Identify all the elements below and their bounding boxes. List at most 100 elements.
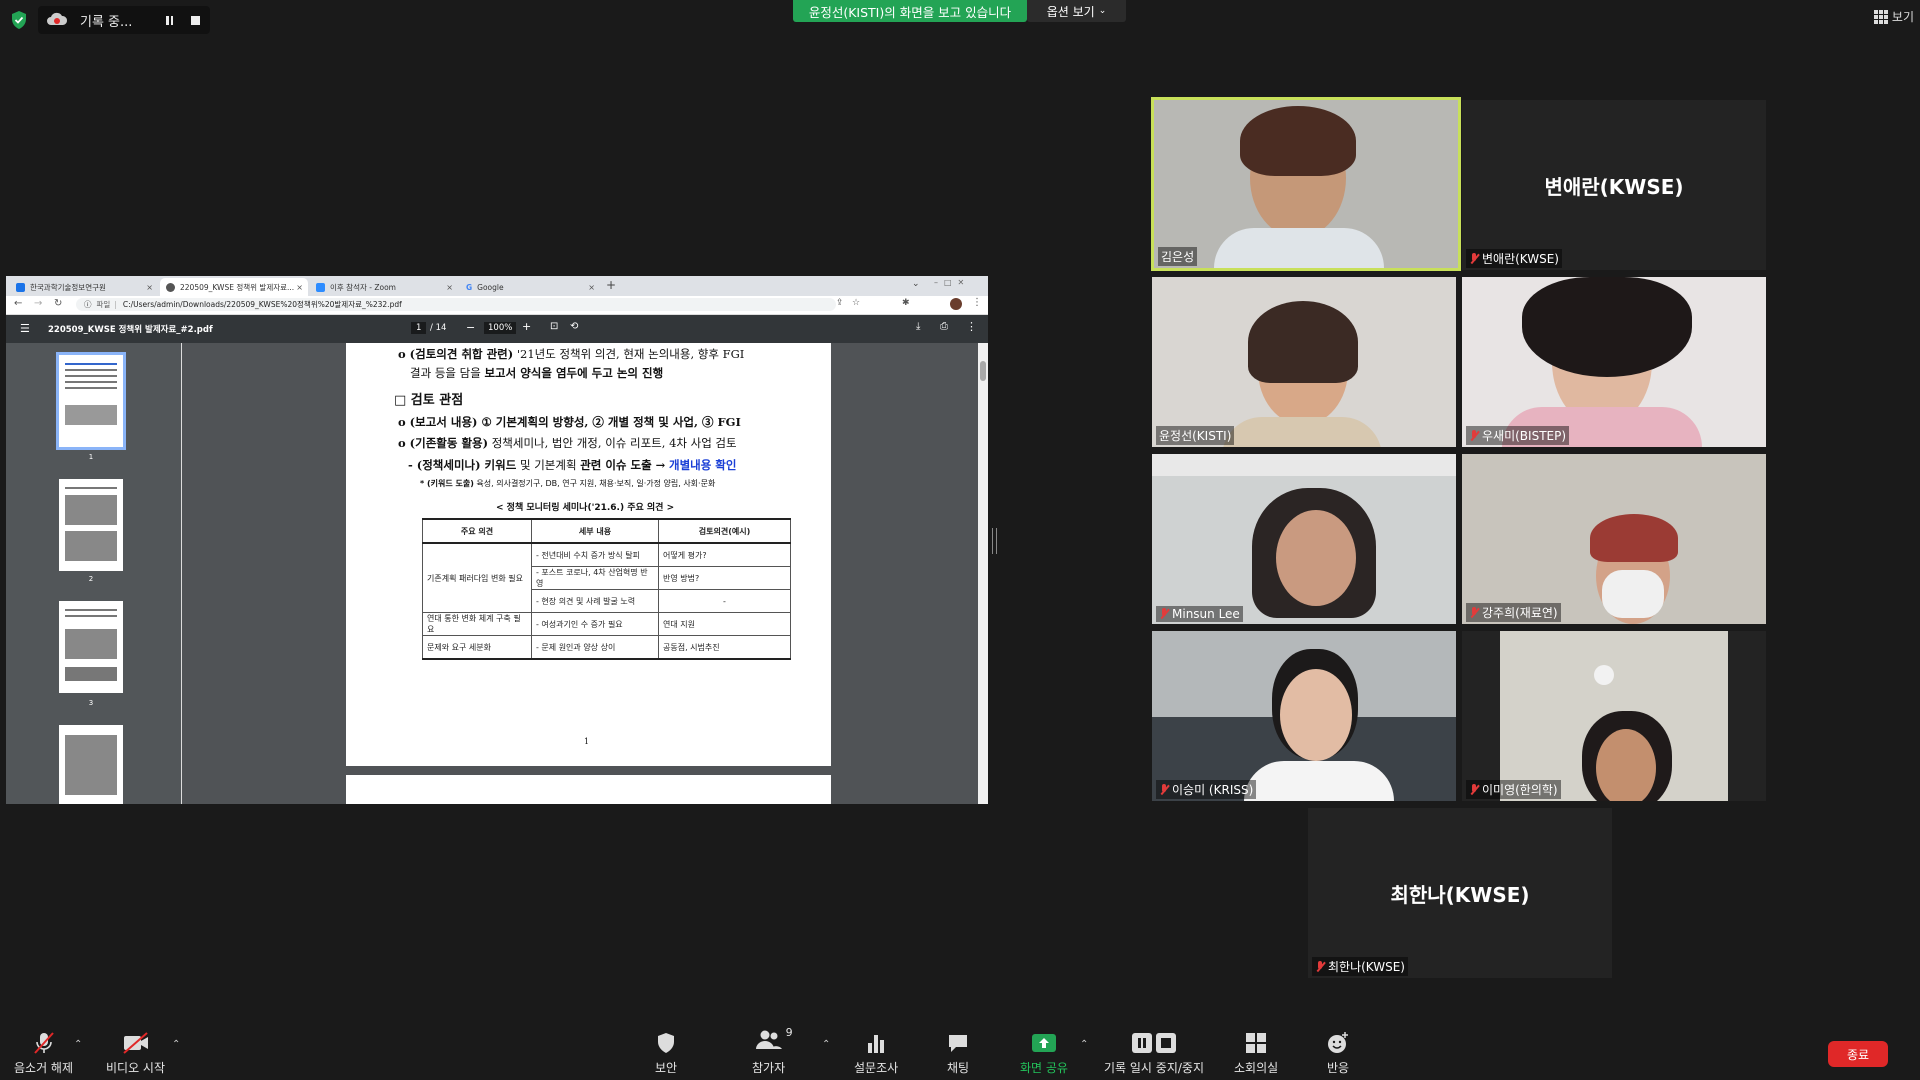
share-screen-arrow-icon: [1031, 1034, 1056, 1052]
table-cell: 어떻게 평가?: [658, 542, 791, 567]
audio-options-caret-icon[interactable]: ⌃: [74, 1039, 82, 1050]
pdf-scrollbar[interactable]: [978, 343, 988, 804]
participant-name-placeholder: 변애란(KWSE): [1544, 174, 1684, 199]
participant-tile[interactable]: 김은성: [1151, 97, 1461, 271]
reload-icon[interactable]: ↻: [54, 298, 62, 309]
pause-recording-label: 기록 일시 중지/중지: [1104, 1061, 1204, 1075]
participant-tile[interactable]: 강주희(재료연): [1462, 454, 1766, 624]
browser-tab-pdf[interactable]: 220509_KWSE 정책위 발제자료... ×: [160, 278, 308, 296]
security-shield-icon: [658, 1033, 674, 1053]
grid-icon: [1873, 9, 1888, 24]
tab-search-icon[interactable]: ⌄: [912, 279, 920, 289]
smiley-face-icon: [1328, 1032, 1348, 1053]
thumbnail-number: 2: [88, 575, 94, 583]
end-meeting-button[interactable]: 종료: [1828, 1041, 1888, 1067]
bookmark-star-icon[interactable]: ☆: [852, 298, 860, 308]
participant-tile[interactable]: 이미영(한의학): [1462, 631, 1766, 801]
pdf-menu-icon[interactable]: ☰: [20, 322, 30, 335]
pause-stop-recording-button[interactable]: 기록 일시 중지/중지: [1104, 1031, 1204, 1076]
reactions-button[interactable]: 반응: [1326, 1031, 1350, 1076]
pdf-document-area[interactable]: o (검토의견 취합 관련) '21년도 정책위 의견, 현재 논의내용, 향후…: [182, 343, 988, 804]
back-icon[interactable]: ←: [14, 298, 22, 309]
participant-video: [1276, 510, 1356, 606]
share-icon[interactable]: ⇪: [836, 298, 844, 308]
hair: [1522, 277, 1692, 377]
security-button[interactable]: 보안: [654, 1031, 678, 1076]
chat-button[interactable]: 채팅: [946, 1031, 970, 1076]
participant-video: [1280, 669, 1352, 761]
table-cell: -: [658, 589, 791, 613]
favicon-icon: [316, 282, 325, 292]
pdf-line: 결과 등을 담을 보고서 양식을 염두에 두고 논의 진행: [410, 366, 664, 380]
profile-avatar[interactable]: [950, 298, 962, 310]
new-tab-icon[interactable]: +: [606, 278, 616, 292]
participant-name: 변애란(KWSE): [1466, 249, 1562, 268]
page-thumbnail[interactable]: [59, 725, 123, 804]
ceiling-light: [1594, 665, 1614, 685]
browser-tab-kisti[interactable]: 한국과학기술정보연구원 ×: [10, 278, 158, 296]
muted-mic-icon: [1469, 429, 1479, 442]
participant-tile[interactable]: 최한나(KWSE) 최한나(KWSE): [1308, 808, 1612, 978]
recording-label: 기록 중...: [80, 14, 133, 30]
pause-recording-icon[interactable]: [166, 15, 173, 25]
pdf-toolbar: ☰ 220509_KWSE 정책위 발제자료_#2.pdf 1 / 14 − 1…: [6, 315, 988, 343]
start-video-label: 비디오 시작: [106, 1061, 166, 1075]
start-video-button[interactable]: 비디오 시작: [106, 1031, 165, 1076]
participant-tile[interactable]: 이승미 (KRISS): [1152, 631, 1456, 801]
unmute-button[interactable]: 음소거 해제: [14, 1031, 73, 1076]
participant-name: 김은성: [1158, 247, 1198, 266]
pdf-page: o (검토의견 취합 관련) '21년도 정책위 의견, 현재 논의내용, 향후…: [346, 343, 831, 766]
breakout-rooms-button[interactable]: 소회의실: [1234, 1031, 1278, 1076]
page-number-input[interactable]: 1: [411, 322, 427, 334]
view-options-button[interactable]: 옵션 보기 ⌄: [1027, 0, 1126, 22]
zoom-out-icon[interactable]: −: [466, 321, 475, 334]
window-controls[interactable]: –□✕: [934, 278, 970, 287]
close-tab-icon[interactable]: ×: [588, 283, 595, 292]
favicon-icon: [16, 282, 25, 292]
participants-options-caret-icon[interactable]: ⌃: [822, 1039, 830, 1050]
browser-tab-google[interactable]: G Google ×: [460, 278, 600, 296]
stop-recording-icon[interactable]: [191, 15, 200, 25]
close-tab-icon[interactable]: ×: [446, 283, 453, 292]
participant-tile[interactable]: Minsun Lee: [1152, 454, 1456, 624]
print-icon[interactable]: ⎙: [940, 321, 948, 332]
pdf-line: o (검토의견 취합 관련) '21년도 정책위 의견, 현재 논의내용, 향후…: [398, 347, 745, 361]
video-options-caret-icon[interactable]: ⌃: [172, 1039, 180, 1050]
participant-tile[interactable]: 윤정선(KISTI): [1152, 277, 1456, 447]
browser-tab-zoom[interactable]: 이후 참석자 - Zoom ×: [310, 278, 458, 296]
address-bar[interactable]: ⓘ 파일 | C:/Users/admin/Downloads/220509_K…: [76, 298, 836, 311]
view-button[interactable]: 보기: [1873, 8, 1914, 25]
participant-name: 우새미(BISTEP): [1466, 426, 1570, 445]
unmute-label: 음소거 해제: [14, 1061, 74, 1075]
participants-count: 9: [785, 1026, 793, 1039]
participant-tile[interactable]: 변애란(KWSE) 변애란(KWSE): [1462, 100, 1766, 270]
close-tab-icon[interactable]: ×: [296, 283, 303, 292]
tab-label: Google: [477, 282, 504, 292]
share-options-caret-icon[interactable]: ⌃: [1080, 1039, 1088, 1050]
zoom-input[interactable]: 100%: [484, 322, 517, 334]
breakout-label: 소회의실: [1234, 1061, 1279, 1075]
zoom-in-icon[interactable]: +: [522, 320, 531, 333]
forward-icon[interactable]: →: [34, 298, 42, 309]
share-screen-button[interactable]: 화면 공유: [1020, 1031, 1068, 1076]
pdf-more-icon[interactable]: ⋮: [966, 320, 977, 333]
page-thumbnail[interactable]: [59, 601, 123, 693]
page-thumbnail[interactable]: [59, 479, 123, 571]
shared-screen: 한국과학기술정보연구원 × 220509_KWSE 정책위 발제자료... × …: [6, 276, 988, 804]
fit-page-icon[interactable]: ⊡: [550, 321, 558, 332]
download-icon[interactable]: ⤓: [916, 321, 920, 332]
participant-tile[interactable]: 우새미(BISTEP): [1462, 277, 1766, 447]
shirt: [1244, 761, 1394, 801]
participants-label: 참가자: [752, 1061, 786, 1075]
close-tab-icon[interactable]: ×: [146, 283, 153, 292]
rotate-icon[interactable]: ⟲: [570, 321, 578, 332]
polls-button[interactable]: 설문조사: [854, 1031, 898, 1076]
table-caption: < 정책 모니터링 세미나('21.6.) 주요 의견 >: [496, 503, 675, 513]
url-scheme-label: 파일: [96, 300, 111, 309]
browser-menu-icon[interactable]: ⋮: [972, 297, 982, 308]
table-cell: - 포스트 코로나, 4차 산업혁명 반영: [531, 566, 659, 590]
participants-button[interactable]: 9 참가자: [752, 1026, 793, 1076]
page-thumbnail[interactable]: [56, 352, 126, 450]
extensions-icon[interactable]: ✱: [902, 298, 910, 308]
split-resize-handle[interactable]: [992, 528, 997, 554]
